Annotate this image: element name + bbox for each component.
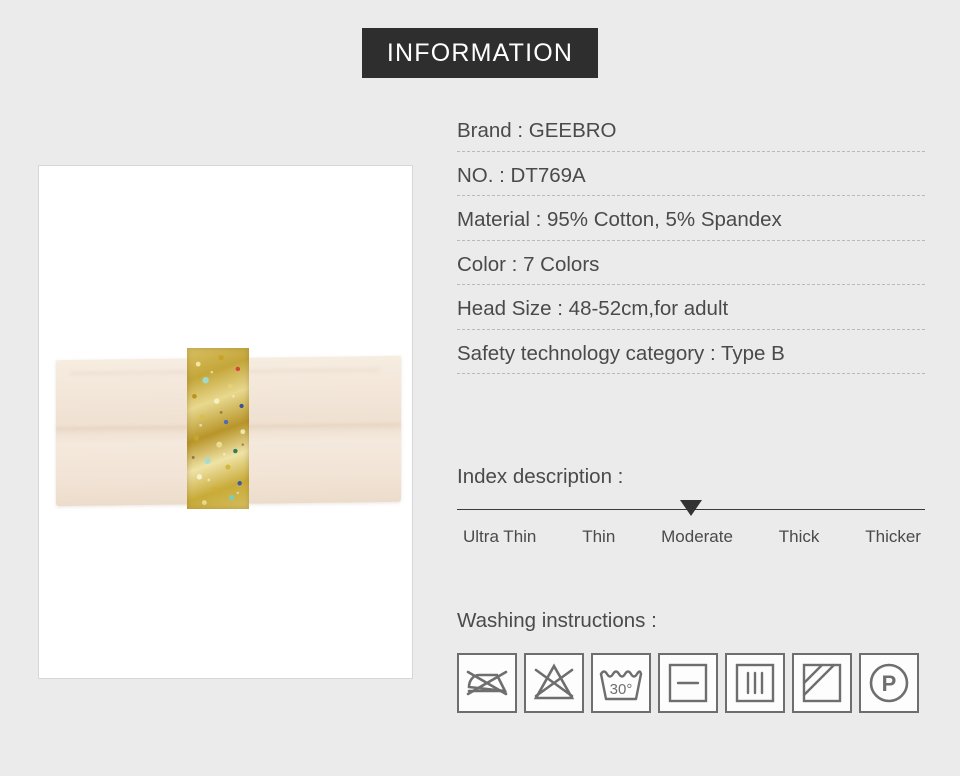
thickness-label-thicker: Thicker (865, 526, 921, 546)
thickness-scale-labels: Ultra Thin Thin Moderate Thick Thicker (457, 528, 925, 545)
spec-head-size: Head Size : 48-52cm,for adult (457, 297, 729, 321)
specification-list: Brand : GEEBRO NO. : DT769A Material : 9… (457, 120, 925, 387)
index-description-block: Index description : Ultra Thin Thin Mode… (457, 466, 925, 545)
dry-in-shade-icon (792, 652, 852, 713)
professional-dry-clean-icon: P (859, 652, 919, 713)
thickness-scale (457, 499, 925, 516)
washing-icon-row: 30° P (457, 652, 927, 713)
product-photo (39, 166, 412, 678)
thickness-label-ultra-thin: Ultra Thin (463, 526, 537, 546)
product-image-panel (38, 165, 413, 679)
svg-text:P: P (882, 671, 897, 696)
thickness-label-thick: Thick (778, 526, 820, 546)
do-not-bleach-icon (524, 652, 584, 713)
spec-color: Color : 7 Colors (457, 252, 600, 276)
information-banner: INFORMATION (362, 28, 598, 78)
spec-row-material: Material : 95% Cotton, 5% Spandex (457, 209, 925, 241)
spec-row-number: NO. : DT769A (457, 163, 925, 197)
thickness-label-thin: Thin (582, 526, 616, 546)
svg-text:30°: 30° (610, 681, 633, 698)
spec-safety-category: Safety technology category : Type B (457, 341, 785, 365)
headband-bead-panel (187, 348, 249, 509)
washing-instructions-block: Washing instructions : 30° P (457, 610, 927, 713)
spec-material: Material : 95% Cotton, 5% Spandex (457, 208, 782, 232)
thickness-marker-triangle-icon (680, 499, 702, 516)
spec-row-color: Color : 7 Colors (457, 254, 925, 286)
do-not-iron-icon (457, 652, 517, 713)
thickness-label-moderate: Moderate (661, 526, 733, 546)
wash-30-degrees-icon: 30° (591, 652, 651, 713)
spec-brand: Brand : GEEBRO (457, 119, 617, 142)
spec-row-safety-category: Safety technology category : Type B (457, 343, 925, 375)
spec-row-head-size: Head Size : 48-52cm,for adult (457, 298, 925, 330)
page-title: INFORMATION (386, 38, 574, 67)
spec-row-brand: Brand : GEEBRO (457, 120, 925, 152)
drip-dry-icon (725, 652, 785, 713)
spec-number: NO. : DT769A (457, 163, 586, 187)
index-description-label: Index description : (457, 465, 624, 488)
dry-flat-icon (658, 652, 718, 713)
washing-instructions-label: Washing instructions : (457, 609, 657, 632)
